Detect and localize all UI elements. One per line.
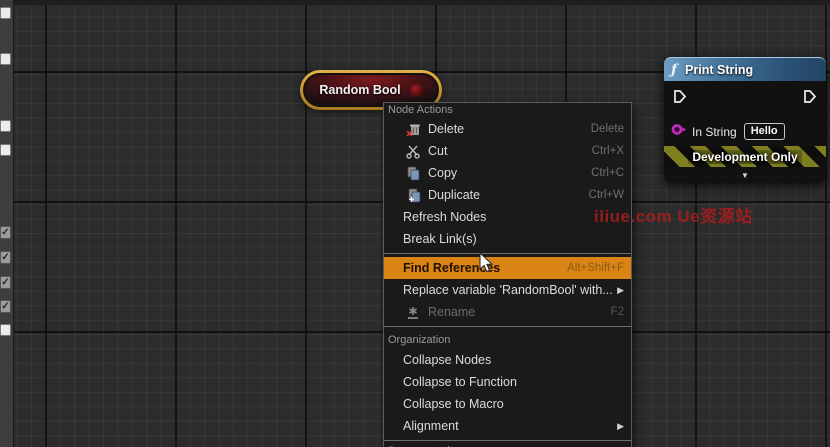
pin-label: In String: [692, 125, 737, 139]
menu-item-collapse-to-macro[interactable]: Collapse to Macro: [384, 393, 631, 415]
checkbox-checked-icon[interactable]: ✓: [0, 251, 11, 264]
panel-widget[interactable]: [0, 120, 11, 132]
menu-item-find-references[interactable]: Find References Alt+Shift+F: [384, 257, 631, 279]
development-only-banner: Development Only: [664, 146, 826, 167]
video-watermark: iliue.com Ue资源站: [594, 202, 753, 227]
checkbox-checked-icon[interactable]: ✓: [0, 300, 11, 313]
panel-widget[interactable]: [0, 144, 11, 156]
menu-item-delete[interactable]: Delete Delete: [384, 118, 631, 140]
mouse-cursor-icon: [478, 252, 495, 280]
chevron-down-icon: ▼: [741, 171, 749, 180]
bool-output-pin[interactable]: [410, 84, 423, 97]
duplicate-icon: [404, 188, 422, 203]
left-panel-edge: ✓ ✓ ✓ ✓: [0, 0, 14, 447]
menu-item-replace-variable[interactable]: Replace variable 'RandomBool' with... ▶: [384, 279, 631, 301]
node-header[interactable]: ƒ Print String: [664, 57, 826, 81]
panel-widget[interactable]: [0, 53, 11, 65]
menu-separator: [384, 440, 631, 441]
submenu-arrow-icon: ▶: [617, 421, 631, 432]
menu-item-break-links[interactable]: Break Link(s): [384, 228, 631, 250]
panel-widget[interactable]: [0, 324, 11, 336]
function-icon: ƒ: [671, 62, 677, 78]
exec-input-pin[interactable]: [673, 89, 687, 109]
exec-output-pin[interactable]: [803, 89, 817, 109]
submenu-arrow-icon: ▶: [617, 285, 631, 296]
checkbox-checked-icon[interactable]: ✓: [0, 276, 11, 289]
rename-icon: [404, 305, 422, 320]
node-context-menu: Node Actions Delete Delete Cut Ctrl+X Co…: [383, 102, 632, 447]
copy-icon: [404, 166, 422, 181]
menu-item-cut[interactable]: Cut Ctrl+X: [384, 140, 631, 162]
string-input-pin[interactable]: [671, 123, 687, 141]
menu-item-collapse-nodes[interactable]: Collapse Nodes: [384, 349, 631, 371]
blueprint-graph-canvas[interactable]: ✓ ✓ ✓ ✓ Random Bool ƒ Print String: [0, 0, 830, 447]
node-title: Random Bool: [319, 83, 400, 97]
menu-section-header: Organization: [384, 330, 631, 349]
menu-section-header: Node Actions: [384, 103, 631, 118]
menu-item-copy[interactable]: Copy Ctrl+C: [384, 162, 631, 184]
node-print-string[interactable]: ƒ Print String In String Hello Developme…: [664, 57, 826, 183]
string-value-input[interactable]: Hello: [744, 123, 785, 140]
node-title: Print String: [685, 63, 753, 77]
menu-separator: [384, 326, 631, 327]
delete-icon: [404, 122, 422, 137]
menu-item-collapse-to-function[interactable]: Collapse to Function: [384, 371, 631, 393]
menu-item-rename[interactable]: Rename F2: [384, 301, 631, 323]
menu-item-alignment[interactable]: Alignment ▶: [384, 415, 631, 437]
expand-node-button[interactable]: ▼: [664, 167, 826, 183]
cut-icon: [404, 144, 422, 159]
top-edge-strip: [0, 0, 830, 5]
menu-separator: [384, 253, 631, 254]
checkbox-checked-icon[interactable]: ✓: [0, 226, 11, 239]
panel-widget[interactable]: [0, 7, 11, 19]
